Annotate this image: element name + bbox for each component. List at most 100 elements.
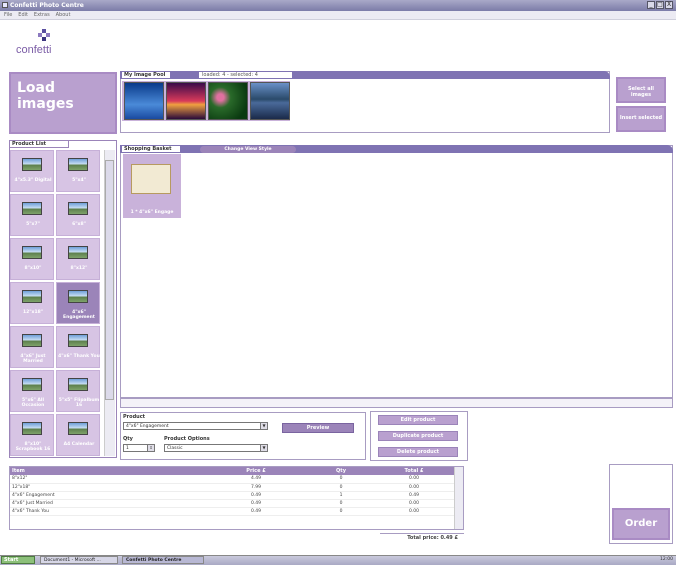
cell-qty: 1 [310, 491, 370, 500]
product-item[interactable]: 8"x10" [10, 238, 54, 280]
product-item[interactable]: 4"x6" Engagement [56, 282, 100, 324]
cell-qty: 0 [310, 475, 370, 484]
product-item-label: 5"x5" Flipalbum 16 [58, 398, 100, 408]
title-bar: Confetti Photo Centre _ □ X [0, 0, 676, 11]
shopping-basket-panel [120, 145, 673, 398]
product-options-label: Product Options [164, 436, 210, 442]
table-scrollbar[interactable] [454, 467, 463, 529]
table-row[interactable]: 4"x6" Just Married 0.49 0 0.00 [10, 499, 456, 508]
taskbar-item-confetti[interactable]: Confetti Photo Centre [122, 556, 204, 564]
product-label: Product [123, 414, 146, 420]
product-item-label: 8"x10" Scrapbook 16 [15, 442, 51, 452]
close-button[interactable]: X [665, 1, 673, 9]
product-item[interactable]: 8"x10" Scrapbook 16 [10, 414, 54, 456]
basket-scrollbar[interactable] [120, 398, 673, 408]
product-item-label: 8"x10" [24, 266, 42, 271]
taskbar-item-document[interactable]: Document1 - Microsoft ... [40, 556, 118, 564]
basket-item[interactable]: 1 * 4"x6" Engage [123, 154, 181, 218]
edit-product-button[interactable]: Edit product [378, 415, 458, 425]
confetti-logo-icon [38, 29, 50, 41]
product-item-label: 6"x8" [72, 222, 86, 227]
cell-item: 4"x6" Just Married [10, 499, 200, 508]
product-item[interactable]: 6"x8" [56, 194, 100, 236]
product-thumbnail [68, 334, 88, 347]
product-item[interactable]: A4 Calendar [56, 414, 100, 456]
image-thumb-flowers[interactable] [208, 82, 248, 120]
select-all-images-button[interactable]: Select all images [616, 77, 666, 103]
product-item[interactable]: 5"x6" All Occasion [10, 370, 54, 412]
cell-price: 0.49 [200, 491, 310, 500]
cell-price: 0.49 [200, 499, 310, 508]
product-item[interactable]: 8"x12" [56, 238, 100, 280]
table-row[interactable]: 4"x6" Engagement 0.49 1 0.49 [10, 491, 456, 500]
image-thumb-lake[interactable] [250, 82, 290, 120]
table-row[interactable]: 12"x18" 7.99 0 0.00 [10, 483, 456, 492]
basket-item-label: 1 * 4"x6" Engage [130, 210, 174, 215]
minimize-button[interactable]: _ [647, 1, 655, 9]
duplicate-product-button[interactable]: Duplicate product [378, 431, 458, 441]
maximize-button[interactable]: □ [656, 1, 664, 9]
delete-product-button[interactable]: Delete product [378, 447, 458, 457]
product-item-label: 4"x6" Engagement [63, 310, 95, 320]
menu-bar: File Edit Extras About [0, 11, 676, 20]
menu-file[interactable]: File [4, 11, 12, 20]
image-thumb-blue[interactable] [124, 82, 164, 120]
product-item[interactable]: 5"x7" [10, 194, 54, 236]
cell-total: 0.00 [370, 507, 456, 516]
product-thumbnail [22, 378, 42, 391]
product-thumbnail [68, 422, 88, 435]
menu-edit[interactable]: Edit [18, 11, 28, 20]
product-thumbnail [68, 246, 88, 259]
product-item[interactable]: 12"x18" [10, 282, 54, 324]
product-thumbnail [68, 378, 88, 391]
product-form [120, 412, 366, 460]
product-item[interactable]: 4"x5.3" Digital [10, 150, 54, 192]
col-price: Price £ [200, 467, 310, 475]
table-row[interactable]: 4"x6" Thank You 0.49 0 0.00 [10, 507, 456, 516]
load-images-button[interactable]: Load images [9, 72, 117, 134]
cell-total: 0.00 [370, 499, 456, 508]
product-thumbnail [22, 246, 42, 259]
product-thumbnail [68, 202, 88, 215]
col-item: Item [10, 467, 200, 475]
col-qty: Qty [310, 467, 370, 475]
cell-item: 4"x6" Engagement [10, 491, 200, 500]
logo-text: confetti [16, 44, 52, 56]
cell-qty: 0 [310, 499, 370, 508]
table-body: 8"x12" 4.49 0 0.00 12"x18" 7.99 0 0.00 4"x6" Eng… [10, 475, 456, 516]
menu-extras[interactable]: Extras [34, 11, 50, 20]
shopping-basket-tab[interactable]: Shopping Basket [121, 145, 181, 153]
system-tray: 12:00 [580, 556, 675, 564]
change-view-style-button[interactable]: Change View Style [200, 146, 296, 153]
col-total: Total £ [370, 467, 456, 475]
product-options-select[interactable]: Classic ▼ [164, 444, 268, 452]
cell-qty: 0 [310, 483, 370, 492]
product-thumbnail [22, 334, 42, 347]
qty-stepper[interactable]: 1 ⇕ [123, 444, 155, 452]
product-item-label: 8"x12" [70, 266, 88, 271]
product-thumbnail [68, 158, 88, 171]
preview-button[interactable]: Preview [282, 423, 354, 433]
qty-value: 1 [126, 446, 129, 451]
start-button[interactable]: Start [1, 556, 35, 564]
order-button[interactable]: Order [612, 508, 670, 540]
cell-total: 0.00 [370, 483, 456, 492]
chevron-down-icon[interactable]: ▼ [260, 445, 267, 451]
product-item[interactable]: 5"x4" [56, 150, 100, 192]
product-item-label: 5"x7" [26, 222, 40, 227]
chevron-down-icon[interactable]: ▼ [260, 423, 267, 429]
product-item-label: 4"x5.3" Digital [14, 178, 52, 183]
product-item[interactable]: 5"x5" Flipalbum 16 [56, 370, 100, 412]
product-item[interactable]: 4"x6" Just Married [10, 326, 54, 368]
table-row[interactable]: 8"x12" 4.49 0 0.00 [10, 475, 456, 484]
insert-selected-button[interactable]: Insert selected [616, 106, 666, 132]
product-item[interactable]: 4"x6" Thank You [56, 326, 100, 368]
product-list-scroll-thumb[interactable] [105, 160, 114, 400]
stepper-arrows-icon[interactable]: ⇕ [147, 445, 154, 451]
cell-price: 0.49 [200, 507, 310, 516]
cell-price: 4.49 [200, 475, 310, 484]
image-pool-tab[interactable]: My Image Pool [121, 71, 171, 79]
image-thumb-sunset[interactable] [166, 82, 206, 120]
menu-about[interactable]: About [56, 11, 71, 20]
product-select[interactable]: 4"x6" Engagement ▼ [123, 422, 268, 430]
